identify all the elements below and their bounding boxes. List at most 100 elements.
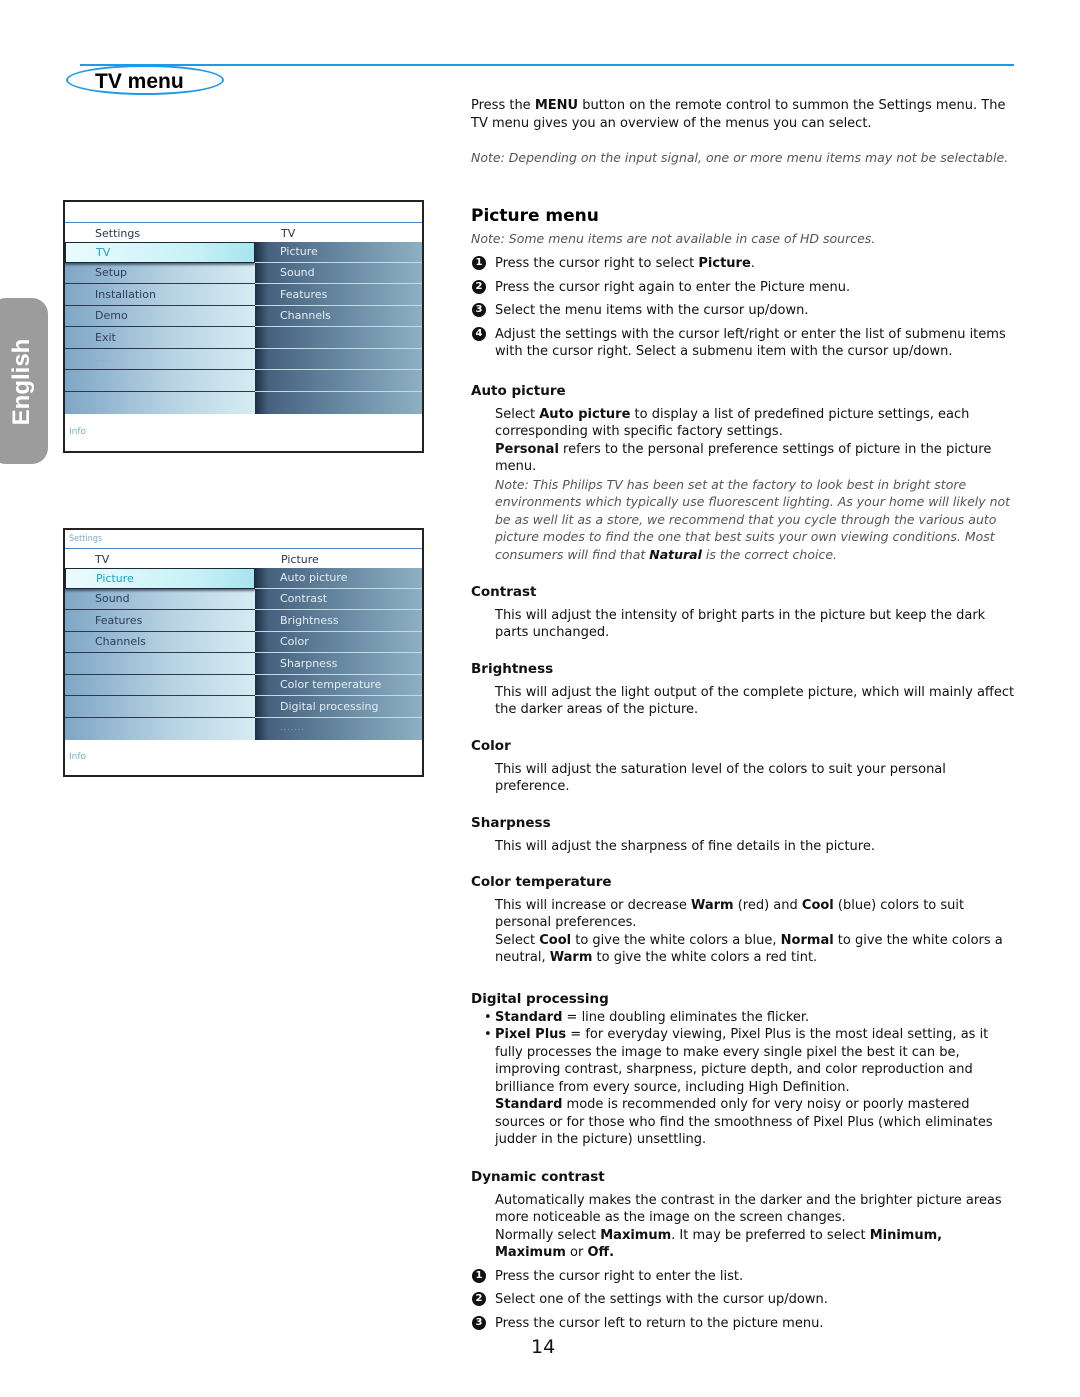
paragraph: This will adjust the light output of the… (495, 684, 1015, 718)
submenu-item-empty (255, 371, 422, 392)
submenu-item-sharpness[interactable]: Sharpness (255, 654, 422, 675)
bullet-item: • Pixel Plus = for everyday viewing, Pixe… (471, 1026, 1016, 1096)
menu-item-tv[interactable]: TV (65, 242, 255, 263)
text: = line doubling eliminates the flicker. (562, 1009, 810, 1025)
text: or (565, 1245, 588, 1260)
text: = for everyday viewing, Pixel Plus is th… (495, 1027, 989, 1095)
submenu-item-empty (255, 349, 422, 370)
submenu-item-empty (255, 328, 422, 349)
text-bold: Cool (801, 897, 834, 913)
intro-section: Press the MENU button on the remote cont… (471, 97, 1016, 167)
text-bold: Warm (690, 897, 734, 913)
submenu-item-color-temperature[interactable]: Color temperature (255, 675, 422, 696)
menu-item-picture[interactable]: Picture (65, 568, 255, 589)
menu-item-empty (65, 654, 255, 675)
left-column-header: Settings (95, 227, 141, 240)
text-bold: Maximum (600, 1227, 672, 1243)
section-title: Picture menu (471, 206, 599, 226)
menu-item-demo[interactable]: Demo (65, 306, 255, 327)
menu-item-empty (65, 718, 255, 739)
right-menu-list: Auto picture Contrast Brightness Color S… (255, 568, 422, 740)
color-section: Color This will adjust the saturation le… (471, 738, 1016, 796)
text: . It may be preferred to select (671, 1227, 870, 1243)
step-2: 2 Select one of the settings with the cur… (471, 1291, 1016, 1309)
screen-breadcrumb: Settings (69, 534, 103, 544)
color-temperature-section: Color temperature This will increase or … (471, 874, 1016, 967)
header-divider (65, 222, 422, 223)
contrast-section: Contrast This will adjust the intensity … (471, 584, 1016, 642)
menu-item-exit[interactable]: Exit (65, 328, 255, 349)
menu-item-empty (65, 371, 255, 392)
paragraph: Automatically makes the contrast in the … (495, 1192, 1002, 1226)
text: refers to the personal preference settin… (495, 441, 992, 475)
tv-screen-settings: Settings TV TV Setup Installation Demo E… (63, 200, 424, 453)
menu-item-features[interactable]: Features (65, 611, 255, 632)
submenu-item-empty (255, 392, 422, 413)
picture-menu-section: Picture menu Note: Some menu items are n… (471, 206, 1016, 361)
text: Press the cursor left to return to the p… (495, 1315, 824, 1331)
step-number-icon: 1 (472, 1268, 486, 1283)
menu-item-sound[interactable]: Sound (65, 589, 255, 610)
info-label: Info (69, 427, 87, 437)
submenu-item-digital-processing[interactable]: Digital processing (255, 697, 422, 718)
menu-body: TV Setup Installation Demo Exit ...... P… (65, 242, 422, 414)
text-bold: Picture (698, 256, 751, 271)
text-bold: Warm (549, 950, 593, 965)
section-title: Color temperature (471, 874, 612, 890)
section-title: Auto picture (471, 383, 566, 399)
text: Select one of the settings with the curs… (495, 1292, 828, 1307)
header-divider (65, 548, 422, 549)
step-number-icon: 4 (472, 326, 486, 341)
step-2: 2 Press the cursor right again to enter t… (471, 279, 1016, 297)
submenu-item-sound[interactable]: Sound (255, 263, 422, 284)
step-number-icon: 2 (472, 1292, 486, 1306)
page-title: TV menu (95, 70, 184, 93)
menu-item-empty (65, 697, 255, 718)
paragraph: Standard mode is recommended only for ve… (495, 1096, 1016, 1149)
text-bold: Natural (649, 546, 702, 562)
text: mode is recommended only for very noisy … (495, 1097, 993, 1147)
submenu-item-picture[interactable]: Picture (255, 242, 422, 263)
brightness-section: Brightness This will adjust the light ou… (471, 661, 1016, 719)
right-column-header: Picture (281, 553, 319, 566)
menu-item-more: ...... (65, 349, 255, 370)
section-title: Sharpness (471, 815, 551, 831)
intro-paragraph: Press the MENU button on the remote cont… (471, 97, 1016, 132)
text-bold: Standard (495, 1097, 563, 1112)
sharpness-section: Sharpness This will adjust the sharpness… (471, 815, 1016, 855)
section-title: Digital processing (471, 991, 609, 1007)
step-3: 3 Press the cursor left to return to the … (471, 1315, 1016, 1333)
submenu-item-color[interactable]: Color (255, 632, 422, 653)
submenu-item-contrast[interactable]: Contrast (255, 589, 422, 610)
text: Adjust the settings with the cursor left… (495, 326, 1006, 360)
bullet-icon: • (484, 1009, 492, 1025)
page-number: 14 (531, 1336, 556, 1358)
paragraph: Select Auto picture to display a list of… (495, 406, 1016, 441)
bullet-item: • Standard = line doubling eliminates the… (471, 1009, 1016, 1027)
submenu-item-brightness[interactable]: Brightness (255, 611, 422, 632)
intro-note: Note: Depending on the input signal, one… (471, 150, 1009, 165)
submenu-item-channels[interactable]: Channels (255, 306, 422, 327)
menu-item-channels[interactable]: Channels (65, 632, 255, 653)
paragraph: This will increase or decrease Warm (red… (495, 897, 1016, 932)
step-1: 1 Press the cursor right to enter the lis… (471, 1268, 1016, 1286)
text-bold: Auto picture (539, 406, 631, 422)
submenu-item-more: ....... (280, 723, 305, 732)
header-rule (80, 64, 1014, 66)
text-bold: Standard (495, 1009, 563, 1025)
step-number-icon: 2 (472, 279, 486, 294)
step-3: 3 Select the menu items with the cursor u… (471, 302, 1016, 320)
left-column-header: TV (95, 553, 110, 566)
menu-item-setup[interactable]: Setup (65, 263, 255, 284)
submenu-item-features[interactable]: Features (255, 285, 422, 306)
tv-screen-picture: Settings TV Picture Picture Sound Featur… (63, 528, 424, 777)
left-menu-list: TV Setup Installation Demo Exit ...... (65, 242, 255, 414)
submenu-item-auto-picture[interactable]: Auto picture (255, 568, 422, 589)
language-label: English (8, 338, 35, 426)
text: Press the cursor right to enter the list… (495, 1268, 744, 1284)
text: to give the white colors a blue, (571, 932, 781, 948)
menu-item-installation[interactable]: Installation (65, 285, 255, 306)
text: Select (495, 932, 540, 948)
text: to give the white colors a red tint. (592, 950, 818, 965)
text: Normally select (495, 1227, 601, 1243)
